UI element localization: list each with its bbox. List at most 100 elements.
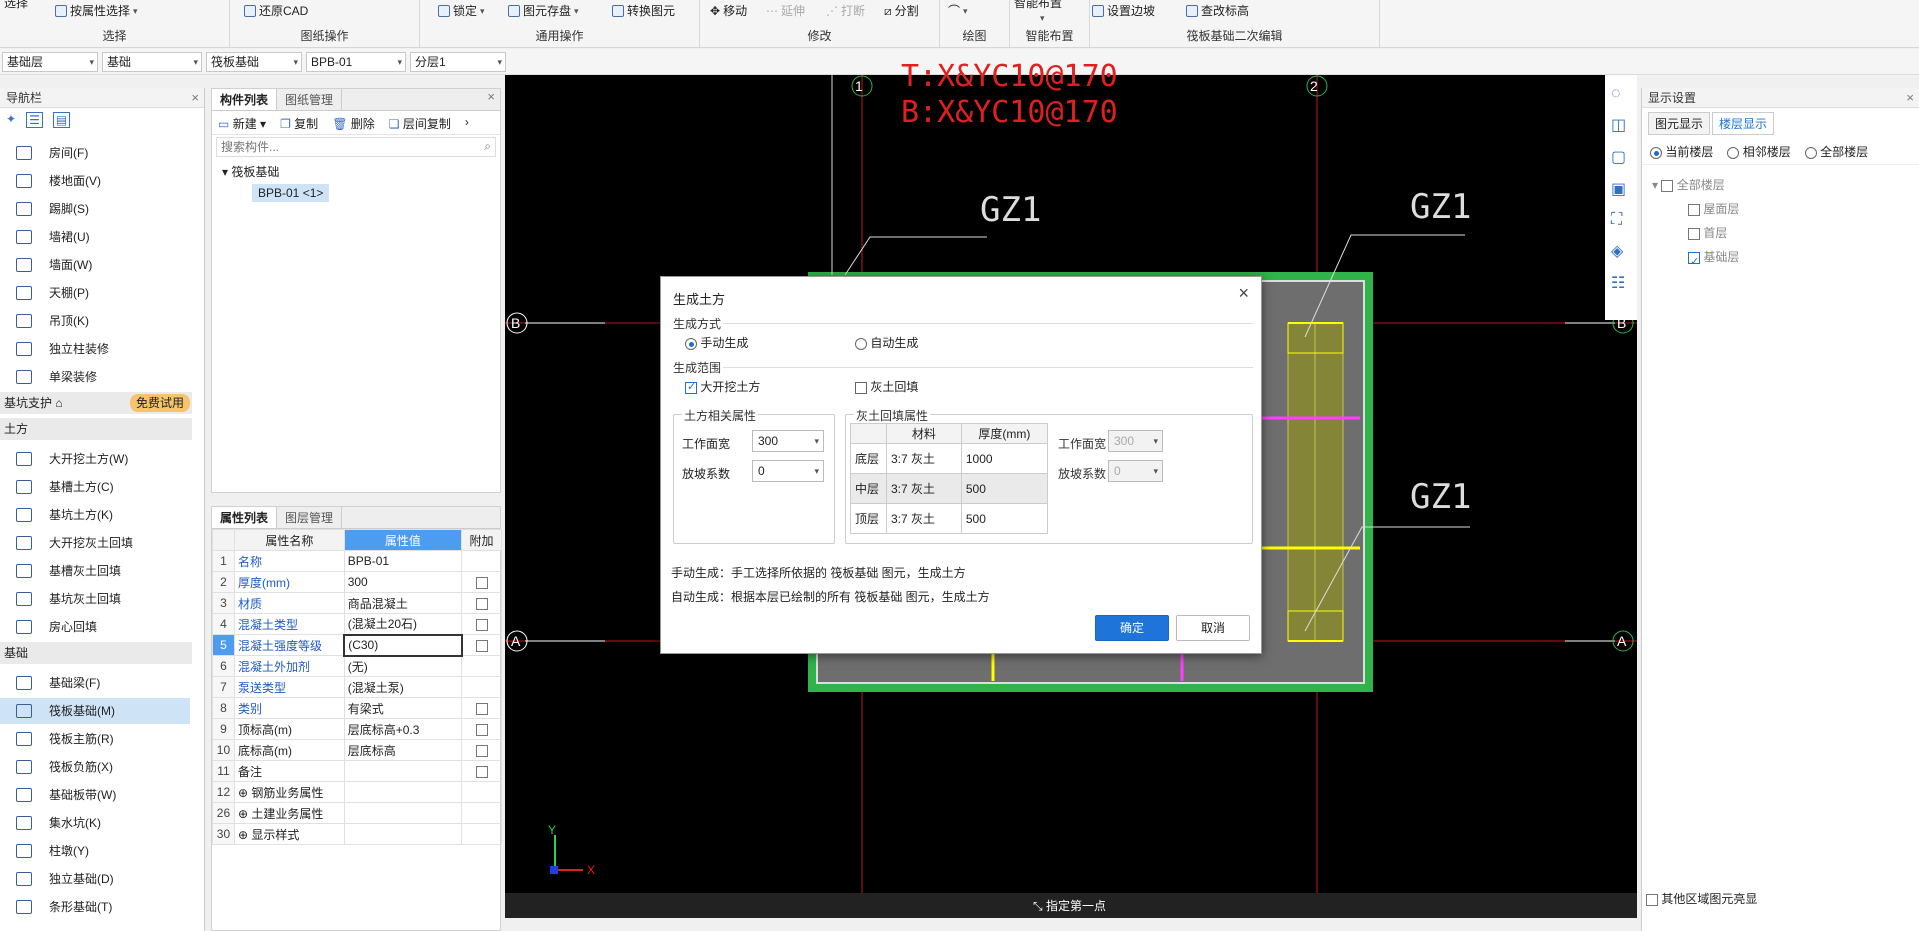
nav-item-top-6[interactable]: 吊顶(K) xyxy=(0,308,190,334)
zoom-extent-icon[interactable]: ⛶ xyxy=(1611,211,1631,229)
nav-item-top-5[interactable]: 天棚(P) xyxy=(0,280,190,306)
cancel-button[interactable]: 取消 xyxy=(1176,615,1250,641)
save-element-button[interactable]: 图元存盘 ▾ xyxy=(508,2,579,20)
property-extra[interactable] xyxy=(461,550,502,572)
select-label-top[interactable]: 选择 xyxy=(4,0,28,12)
trial-badge[interactable]: 免费试用 xyxy=(129,394,190,412)
pin-icon[interactable]: ✦ xyxy=(6,112,16,128)
layer-thickness[interactable]: 1000 xyxy=(960,443,1049,474)
radio-auto[interactable]: 自动生成 xyxy=(855,334,918,351)
extra-checkbox[interactable] xyxy=(475,702,488,715)
property-row[interactable]: 1 名称 BPB-01 xyxy=(212,550,502,572)
layer-thickness[interactable]: 500 xyxy=(960,503,1049,534)
property-value[interactable]: (C30) xyxy=(343,633,463,657)
nav-section-pit[interactable]: 基坑支护 ⌂ 免费试用 xyxy=(0,392,192,414)
property-extra[interactable] xyxy=(461,781,502,803)
nav-item-top-2[interactable]: 踢脚(S) xyxy=(0,196,190,222)
type-select[interactable]: 筏板基础 xyxy=(206,52,302,72)
property-row[interactable]: 26 ⊕ 土建业务属性 xyxy=(212,802,502,824)
nav-item-found-4[interactable]: 基础板带(W) xyxy=(0,782,190,808)
property-row[interactable]: 30 ⊕ 显示样式 xyxy=(212,823,502,845)
tab-property-list[interactable]: 属性列表 xyxy=(212,507,278,528)
convert-element-button[interactable]: 转换图元 xyxy=(612,2,675,20)
ok-button[interactable]: 确定 xyxy=(1095,615,1169,641)
smart-place-button[interactable]: 智能布置 xyxy=(1014,0,1062,12)
property-extra[interactable] xyxy=(461,760,502,782)
extra-checkbox[interactable] xyxy=(475,639,488,652)
extra-checkbox[interactable] xyxy=(475,597,488,610)
collapse-icon[interactable]: ▾ xyxy=(222,165,228,179)
nav-item-found-3[interactable]: 筏板负筋(X) xyxy=(0,754,190,780)
property-value[interactable] xyxy=(343,823,463,845)
work-width-combo[interactable]: 300 xyxy=(752,430,824,452)
component-search[interactable]: ⌕ xyxy=(216,137,496,157)
close-icon[interactable]: × xyxy=(487,89,495,104)
property-row[interactable]: 12 ⊕ 钢筋业务属性 xyxy=(212,781,502,803)
layer-view-icon[interactable]: ◈ xyxy=(1611,241,1631,261)
property-row[interactable]: 9 顶标高(m) 层底标高+0.3 xyxy=(212,718,502,740)
move-button[interactable]: ✥ 移动 xyxy=(710,2,747,20)
extra-checkbox[interactable] xyxy=(475,618,488,631)
extend-button[interactable]: ⋯ 延伸 xyxy=(766,2,805,20)
property-row[interactable]: 8 类别 有梁式 xyxy=(212,697,502,719)
nav-item-earth-0[interactable]: 大开挖土方(W) xyxy=(0,446,190,472)
layer-material[interactable]: 3:7 灰土 xyxy=(886,443,962,474)
draw-arc-button[interactable]: ⌒ ▾ xyxy=(948,2,968,20)
split-button[interactable]: ⧄ 分割 xyxy=(884,2,919,20)
nav-item-earth-2[interactable]: 基坑土方(K) xyxy=(0,502,190,528)
floor-copy-button[interactable]: ❏ 层间复制 xyxy=(389,115,451,131)
nav-item-found-1[interactable]: 筏板基础(M) xyxy=(0,698,190,724)
close-icon[interactable]: × xyxy=(1906,88,1914,108)
property-extra[interactable] xyxy=(461,802,502,824)
search-icon[interactable]: ⌕ xyxy=(484,139,491,154)
property-row[interactable]: 2 厚度(mm) 300 xyxy=(212,571,502,593)
property-extra[interactable] xyxy=(461,592,502,614)
extra-checkbox[interactable] xyxy=(475,576,488,589)
search-input[interactable] xyxy=(217,138,467,156)
break-button[interactable]: ⋰ 打断 xyxy=(826,2,865,20)
lime-work-width-combo[interactable]: 300 xyxy=(1108,430,1163,452)
checkbox-lime-backfill[interactable]: 灰土回填 xyxy=(855,378,918,395)
nav-item-top-4[interactable]: 墙面(W) xyxy=(0,252,190,278)
nav-item-top-1[interactable]: 楼地面(V) xyxy=(0,168,190,194)
layer-material[interactable]: 3:7 灰土 xyxy=(886,503,962,534)
lime-layer-row[interactable]: 顶层 3:7 灰土 500 xyxy=(850,503,1049,534)
cube-icon[interactable]: ▢ xyxy=(1611,147,1631,167)
nav-item-earth-4[interactable]: 基槽灰土回填 xyxy=(0,558,190,584)
property-row[interactable]: 4 混凝土类型 (混凝土20石) xyxy=(212,613,502,635)
property-row[interactable]: 3 材质 商品混凝土 xyxy=(212,592,502,614)
nav-section-earth[interactable]: 土方 xyxy=(0,418,192,440)
settings-view-icon[interactable]: ☷ xyxy=(1611,273,1631,293)
detail-icon[interactable]: ▤ xyxy=(52,112,71,128)
property-row[interactable]: 5 混凝土强度等级 (C30) xyxy=(212,633,502,657)
tab-drawing-manage[interactable]: 图纸管理 xyxy=(277,89,343,110)
property-value[interactable]: (混凝土20石) xyxy=(343,613,463,635)
property-value[interactable]: BPB-01 xyxy=(343,550,463,572)
nav-item-earth-1[interactable]: 基槽土方(C) xyxy=(0,474,190,500)
checkbox-open-excavation[interactable]: 大开挖土方 xyxy=(685,378,760,395)
tab-floor-display[interactable]: 楼层显示 xyxy=(1712,112,1775,135)
property-value[interactable] xyxy=(343,802,463,824)
radio-manual[interactable]: 手动生成 xyxy=(685,334,748,351)
property-value[interactable] xyxy=(343,781,463,803)
tree-item-bpb01[interactable]: BPB-01 <1> xyxy=(252,184,330,202)
extra-checkbox[interactable] xyxy=(475,765,488,778)
tree-roof-floor[interactable]: 屋面层 xyxy=(1652,197,1909,221)
nav-item-found-2[interactable]: 筏板主筋(R) xyxy=(0,726,190,752)
layer-material[interactable]: 3:7 灰土 xyxy=(886,473,962,504)
property-value[interactable]: 层底标高 xyxy=(343,739,463,761)
tree-first-floor[interactable]: 首层 xyxy=(1652,221,1909,245)
property-extra[interactable] xyxy=(461,634,502,656)
radio-all-floors[interactable]: 全部楼层 xyxy=(1804,143,1868,160)
lime-slope-combo[interactable]: 0 xyxy=(1108,460,1163,482)
set-slope-button[interactable]: 设置边坡 xyxy=(1092,2,1155,20)
orbit-icon[interactable]: ◌ xyxy=(1611,85,1631,103)
new-button[interactable]: ▭ 新建 ▾ xyxy=(218,115,266,131)
lime-layer-row[interactable]: 底层 3:7 灰土 1000 xyxy=(850,443,1049,474)
layer-thickness[interactable]: 500 xyxy=(960,473,1049,504)
property-extra[interactable] xyxy=(461,613,502,635)
property-row[interactable]: 10 底标高(m) 层底标高 xyxy=(212,739,502,761)
property-extra[interactable] xyxy=(461,676,502,698)
category-select[interactable]: 基础 xyxy=(102,52,202,72)
property-value[interactable]: 商品混凝土 xyxy=(343,592,463,614)
